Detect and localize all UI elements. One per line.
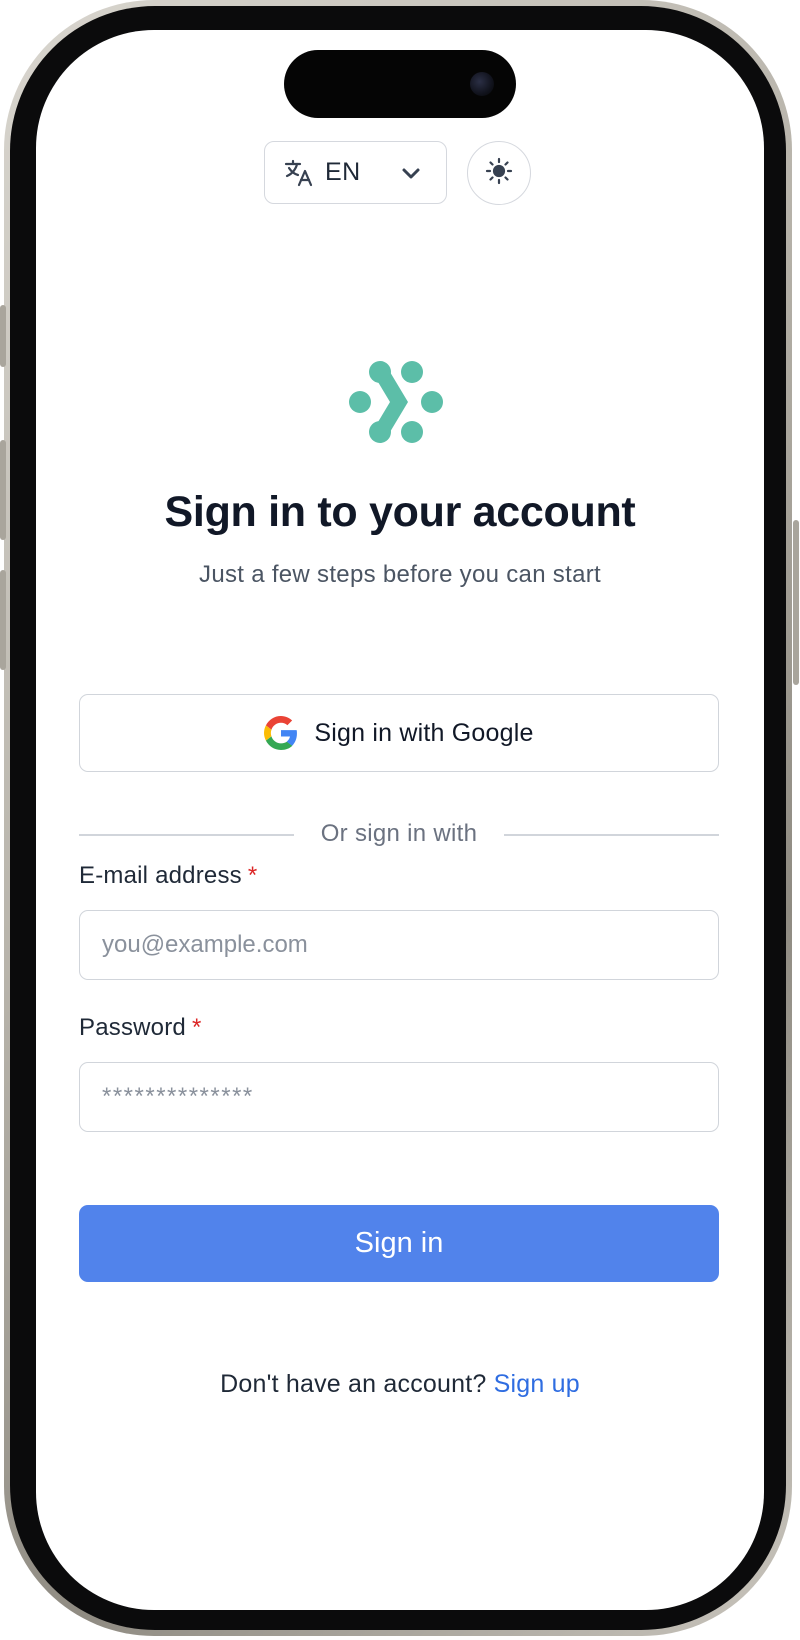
side-button-volume-up [0, 440, 6, 540]
page-subtitle: Just a few steps before you can start [199, 561, 601, 588]
google-icon [264, 716, 298, 750]
side-button-volume-down [0, 570, 6, 670]
language-value: EN [325, 158, 361, 186]
or-divider: Or sign in with [79, 820, 719, 850]
password-label-text: Password [79, 1014, 186, 1041]
translate-icon [283, 157, 315, 189]
email-label: E-mail address * [79, 862, 257, 890]
password-label: Password * [79, 1014, 202, 1042]
page-title: Sign in to your account [164, 488, 636, 536]
divider-line-right [504, 834, 719, 836]
sign-up-prompt-text: Don't have an account? [220, 1370, 487, 1398]
sign-in-button[interactable]: Sign in [79, 1205, 719, 1282]
required-mark: * [247, 862, 258, 889]
brand-logo [348, 360, 444, 456]
chevron-down-icon [400, 162, 422, 184]
sign-up-prompt: Don't have an account? Sign up [36, 1370, 764, 1399]
front-camera [470, 72, 494, 96]
password-field[interactable] [79, 1062, 719, 1132]
email-field[interactable] [79, 910, 719, 980]
language-select[interactable]: EN [264, 141, 447, 204]
dynamic-island [284, 50, 516, 118]
app-screen: EN Sign in to your account Just a few st… [36, 30, 764, 1610]
google-sign-in-button[interactable]: Sign in with Google [79, 694, 719, 772]
side-button-action [0, 305, 6, 367]
google-sign-in-label: Sign in with Google [314, 718, 534, 747]
email-label-text: E-mail address [79, 862, 242, 889]
theme-toggle-button[interactable] [467, 141, 531, 205]
required-mark: * [191, 1014, 202, 1041]
sign-up-link[interactable]: Sign up [494, 1370, 580, 1398]
side-button-power [793, 520, 799, 685]
sun-icon [484, 156, 514, 191]
